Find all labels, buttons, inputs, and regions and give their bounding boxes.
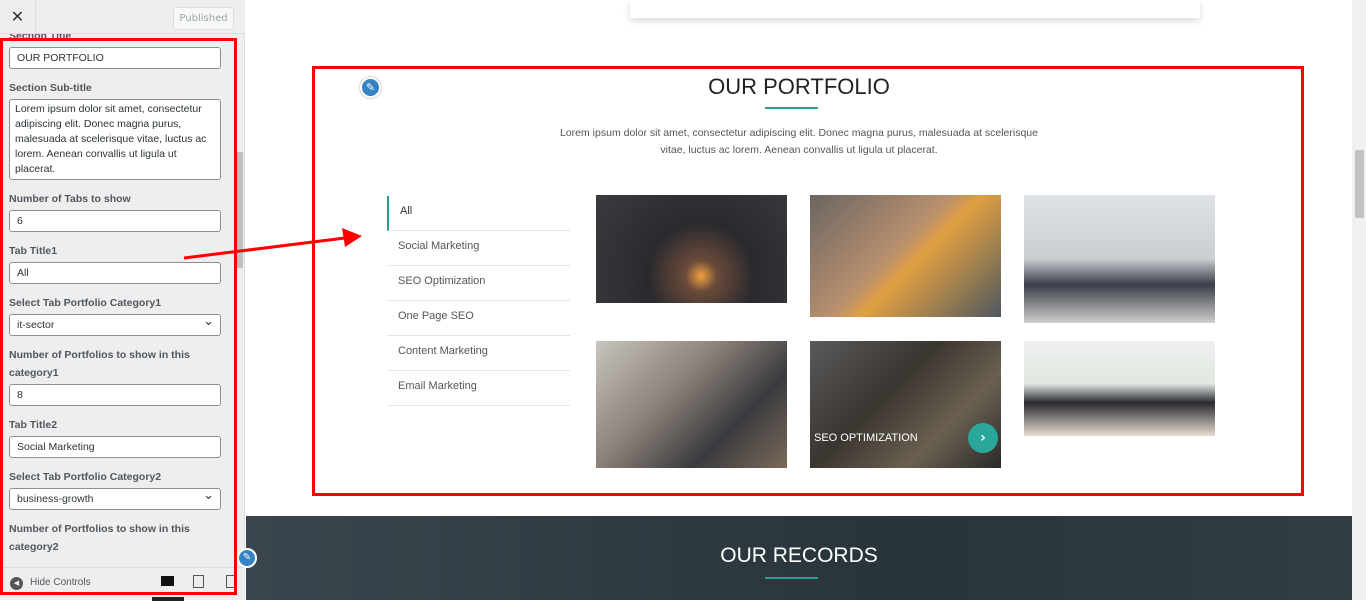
num1-input[interactable]: 8 xyxy=(9,384,221,406)
tab-social-marketing[interactable]: Social Marketing xyxy=(387,231,570,266)
active-device-indicator xyxy=(152,597,184,601)
section-title-input[interactable]: OUR PORTFOLIO xyxy=(9,47,221,69)
tab1-title-label: Tab Title1 xyxy=(9,245,58,257)
previous-section-card xyxy=(630,0,1200,18)
portfolio-image[interactable] xyxy=(810,195,1001,317)
close-icon[interactable]: ✕ xyxy=(0,0,36,34)
scrollbar-thumb[interactable] xyxy=(1355,150,1364,218)
num2-label: Number of Portfolios to show in this cat… xyxy=(9,523,190,553)
page-scrollbar[interactable] xyxy=(1352,0,1366,600)
portfolio-subtitle: Lorem ipsum dolor sit amet, consectetur … xyxy=(560,127,1038,156)
tab-one-page-seo[interactable]: One Page SEO xyxy=(387,301,570,336)
tab-email-marketing[interactable]: Email Marketing xyxy=(387,371,570,406)
cat1-label: Select Tab Portfolio Category1 xyxy=(9,297,162,309)
records-underline xyxy=(765,577,818,579)
collapse-icon[interactable]: ◀ xyxy=(10,577,23,590)
section-title-label: Section Title xyxy=(9,34,72,42)
title-underline xyxy=(765,107,818,109)
tab-seo-optimization[interactable]: SEO Optimization xyxy=(387,266,570,301)
sidebar-body: Section Title OUR PORTFOLIO Section Sub-… xyxy=(0,34,245,567)
records-section: OUR RECORDS xyxy=(246,516,1352,600)
subtitle-textarea[interactable]: Lorem ipsum dolor sit amet, consectetur … xyxy=(9,99,221,180)
portfolio-image-hovered[interactable]: SEO OPTIMIZATION › xyxy=(810,341,1001,468)
cat2-value: business-growth xyxy=(17,493,94,505)
tab1-title-input[interactable]: All xyxy=(9,262,221,284)
cat2-label: Select Tab Portfolio Category2 xyxy=(9,471,162,483)
desktop-icon[interactable] xyxy=(161,576,174,586)
subtitle-label: Section Sub-title xyxy=(9,82,92,94)
tablet-icon[interactable] xyxy=(193,575,204,588)
tab-content-marketing[interactable]: Content Marketing xyxy=(387,336,570,371)
edit-shortcut-icon[interactable]: ✎ xyxy=(237,548,257,568)
cat1-value: it-sector xyxy=(17,319,55,331)
portfolio-caption: SEO OPTIMIZATION xyxy=(814,432,918,444)
tabs-count-input[interactable]: 6 xyxy=(9,210,221,232)
controls-panel: Section Title OUR PORTFOLIO Section Sub-… xyxy=(9,34,221,558)
num1-label: Number of Portfolios to show in this cat… xyxy=(9,349,190,379)
portfolio-title: OUR PORTFOLIO xyxy=(708,74,890,99)
hide-controls-button[interactable]: Hide Controls xyxy=(30,577,91,588)
mobile-icon[interactable] xyxy=(226,575,235,588)
portfolio-image[interactable] xyxy=(596,341,787,468)
preview-area: ✎ OUR PORTFOLIO Lorem ipsum dolor sit am… xyxy=(237,0,1352,600)
cat2-select[interactable]: business-growth xyxy=(9,485,221,510)
sidebar-footer: ◀ Hide Controls xyxy=(0,567,245,601)
published-button[interactable]: Published xyxy=(173,7,234,30)
portfolio-image[interactable] xyxy=(596,195,787,303)
portfolio-image[interactable] xyxy=(1024,341,1215,436)
customizer-sidebar: ✕ Published Section Title OUR PORTFOLIO … xyxy=(0,0,245,601)
cat1-select[interactable]: it-sector xyxy=(9,311,221,336)
tab2-title-label: Tab Title2 xyxy=(9,419,58,431)
records-title: OUR RECORDS xyxy=(720,544,878,567)
sidebar-header: ✕ Published xyxy=(0,0,245,34)
tab-all[interactable]: All xyxy=(387,196,570,231)
sidebar-scrollbar[interactable] xyxy=(236,152,243,268)
portfolio-tabs: All Social Marketing SEO Optimization On… xyxy=(387,196,570,406)
tabs-count-label: Number of Tabs to show xyxy=(9,193,131,205)
tab2-title-input[interactable]: Social Marketing xyxy=(9,436,221,458)
chevron-right-icon[interactable]: › xyxy=(968,423,998,453)
portfolio-image[interactable] xyxy=(1024,195,1215,323)
